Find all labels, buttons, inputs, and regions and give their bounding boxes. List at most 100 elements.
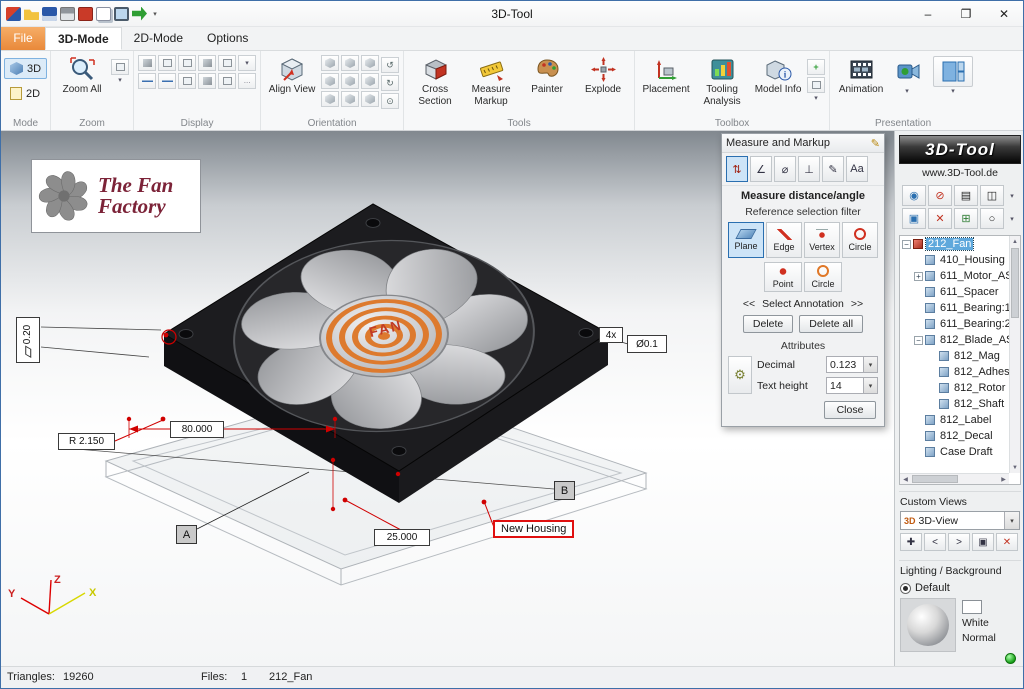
lighting-preview[interactable] <box>900 598 956 652</box>
viewport-3d[interactable]: FAN <box>1 131 894 668</box>
decimal-dropdown-icon[interactable]: ▾ <box>863 357 877 372</box>
view-back-button[interactable] <box>341 55 359 71</box>
rotate-ccw-button[interactable]: ↺ <box>381 57 399 73</box>
section-marker-b[interactable]: B <box>554 481 575 500</box>
tree-item[interactable]: − 212_Fan <box>900 236 1020 252</box>
tree-item[interactable]: 812_Rotor <box>900 380 1020 396</box>
display-transparent-button[interactable] <box>198 55 216 71</box>
deselect-button[interactable]: ✕ <box>928 208 952 229</box>
display-wireframe-button[interactable] <box>158 55 176 71</box>
show-all-button[interactable]: ◉ <box>902 185 926 206</box>
display-shaded-button[interactable] <box>138 55 156 71</box>
collapse-icon[interactable]: − <box>914 336 923 345</box>
filter-circle-button[interactable]: Circle <box>842 222 878 258</box>
view-custom-button[interactable] <box>361 91 379 107</box>
tree-horizontal-scrollbar[interactable]: ◀ ▶ <box>900 473 1009 484</box>
tree-item[interactable]: 812_Label <box>900 412 1020 428</box>
view-left-button[interactable] <box>361 55 379 71</box>
model-tree[interactable]: − 212_Fan 410_Housing + 611_Motor_ASM 61… <box>899 235 1021 485</box>
save-icon[interactable] <box>42 7 57 21</box>
measure-markup-button[interactable]: Measure Markup <box>463 54 519 109</box>
tooling-analysis-button[interactable]: Tooling Analysis <box>694 54 750 109</box>
open-file-icon[interactable] <box>24 7 39 21</box>
custom-views-select[interactable]: 3D 3D-View ▾ <box>900 511 1020 530</box>
tree-item[interactable]: 812_Shaft <box>900 396 1020 412</box>
next-view-button[interactable]: > <box>948 533 970 551</box>
delete-view-button[interactable]: ✕ <box>996 533 1018 551</box>
display-curvature-button[interactable] <box>138 73 156 89</box>
new-housing-annotation[interactable]: New Housing <box>493 520 574 538</box>
update-view-button[interactable]: ▣ <box>972 533 994 551</box>
view-bottom-button[interactable] <box>361 73 379 89</box>
delete-button[interactable]: Delete <box>743 315 793 333</box>
tree-item[interactable]: 611_Bearing:2 <box>900 316 1020 332</box>
zoom-in-button[interactable] <box>111 59 129 75</box>
measure-panel-header[interactable]: Measure and Markup ✎ <box>722 134 884 153</box>
ghost-button[interactable]: ◫ <box>980 185 1004 206</box>
display-more-dropdown[interactable]: ▾ <box>238 55 256 71</box>
customize-quickaccess-dropdown-icon[interactable]: ▾ <box>150 10 160 18</box>
placement-button[interactable]: Placement <box>638 54 694 98</box>
rotate-cw-button[interactable]: ↻ <box>381 75 399 91</box>
white-label[interactable]: White <box>962 617 989 629</box>
layout-dropdown-icon[interactable]: ▾ <box>951 87 955 96</box>
tree-item[interactable]: 812_Mag <box>900 348 1020 364</box>
tree-item[interactable]: 410_Housing <box>900 252 1020 268</box>
zoom-selection-button[interactable]: ○ <box>980 208 1004 229</box>
measure-distance-button[interactable]: ⇅ <box>726 156 748 182</box>
display-shadow-button[interactable] <box>198 73 216 89</box>
view-iso-button[interactable] <box>321 91 339 107</box>
text-markup-button[interactable]: Aa <box>846 156 868 182</box>
tree-item[interactable]: + 611_Motor_ASM <box>900 268 1020 284</box>
toolbox-add-button[interactable]: + <box>807 59 825 75</box>
tree-expand-button[interactable]: ⊞ <box>954 208 978 229</box>
app-logo-icon[interactable] <box>6 7 21 21</box>
tree-item[interactable]: Case Draft <box>900 444 1020 460</box>
display-hidden-line-button[interactable] <box>178 55 196 71</box>
tree-item[interactable]: 812_Adhesive <box>900 364 1020 380</box>
hole-count-label[interactable]: 4x <box>599 327 623 343</box>
presentation-record-button[interactable] <box>889 56 925 87</box>
filter-vertex-button[interactable]: Vertex <box>804 222 840 258</box>
select-button[interactable]: ▣ <box>902 208 926 229</box>
minimize-button[interactable]: – <box>909 1 947 26</box>
print-icon[interactable] <box>60 7 75 21</box>
annotation-button[interactable]: ✎ <box>822 156 844 182</box>
point-button[interactable]: Point <box>764 262 802 292</box>
collapse-icon[interactable]: − <box>902 240 911 249</box>
tab-3d-mode[interactable]: 3D-Mode <box>45 27 122 50</box>
prev-view-button[interactable]: < <box>924 533 946 551</box>
explode-button[interactable]: Explode <box>575 54 631 98</box>
maximize-button[interactable]: ❐ <box>947 1 985 26</box>
painter-button[interactable]: Painter <box>519 54 575 98</box>
close-button[interactable]: ✕ <box>985 1 1023 26</box>
section-marker-a[interactable]: A <box>176 525 197 544</box>
views-dropdown-icon[interactable]: ▾ <box>1004 512 1019 529</box>
delete-all-button[interactable]: Delete all <box>799 315 863 333</box>
display-grid-button[interactable] <box>178 73 196 89</box>
tree-item[interactable]: 611_Bearing:1 <box>900 300 1020 316</box>
export-icon[interactable] <box>132 7 147 21</box>
perspective-button[interactable]: ⊙ <box>381 93 399 109</box>
decimal-select[interactable]: 0.123 ▾ <box>826 356 878 373</box>
model-info-button[interactable]: i Model Info <box>750 54 806 98</box>
record-dropdown-icon[interactable]: ▾ <box>905 87 909 96</box>
display-analysis-button[interactable] <box>158 73 176 89</box>
radius-dimension[interactable]: R 2.150 <box>58 433 115 450</box>
selection-dropdown-icon[interactable]: ▾ <box>1006 208 1018 229</box>
scroll-thumb[interactable] <box>1011 248 1019 318</box>
height-dimension[interactable]: 25.000 <box>374 529 430 546</box>
tab-2d-mode[interactable]: 2D-Mode <box>122 27 195 50</box>
toolbox-calc-button[interactable] <box>807 77 825 93</box>
scroll-up-icon[interactable]: ▲ <box>1010 236 1020 247</box>
width-dimension[interactable]: 80.000 <box>170 421 224 438</box>
filter-plane-button[interactable]: Plane <box>728 222 764 258</box>
scroll-right-icon[interactable]: ▶ <box>998 474 1009 484</box>
layout-panels-button[interactable] <box>933 56 973 87</box>
measure-wall-button[interactable]: ⊥ <box>798 156 820 182</box>
zoom-dropdown-icon[interactable]: ▾ <box>118 76 122 85</box>
add-view-button[interactable]: ✚ <box>900 533 922 551</box>
next-annotation-button[interactable]: >> <box>851 298 863 310</box>
screenshot-icon[interactable] <box>78 7 93 21</box>
circle-button[interactable]: Circle <box>804 262 842 292</box>
